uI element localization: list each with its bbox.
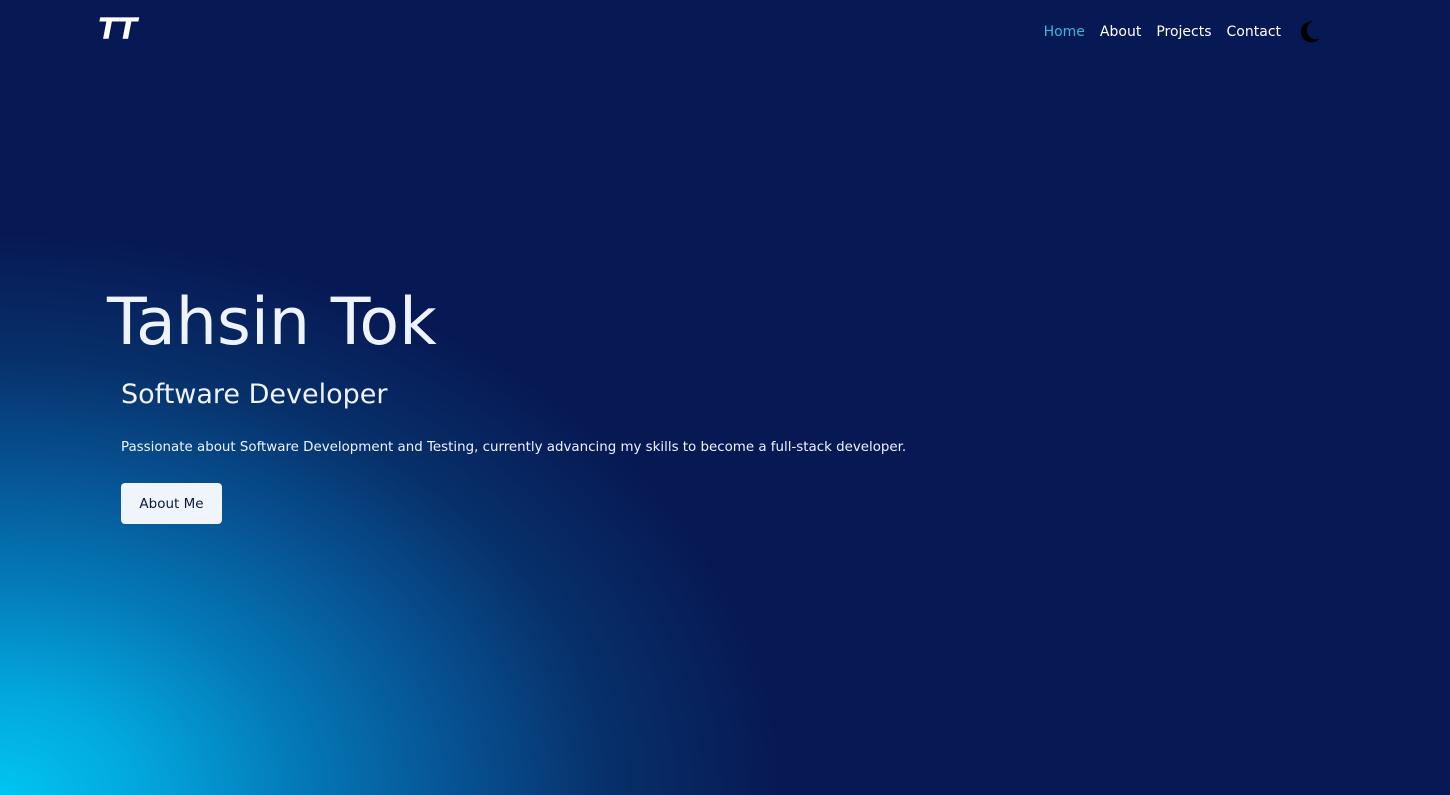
hero-name: Tahsin Tok [107, 285, 437, 360]
hero-role: Software Developer [121, 379, 388, 410]
nav-home[interactable]: Home [1044, 18, 1085, 46]
logo[interactable]: TT [98, 12, 137, 46]
nav-contact[interactable]: Contact [1227, 18, 1281, 46]
nav-projects[interactable]: Projects [1156, 18, 1211, 46]
navbar: TT Home About Projects Contact [0, 0, 1450, 62]
about-me-button[interactable]: About Me [121, 483, 222, 524]
moon-icon [1300, 21, 1320, 43]
nav-links: Home About Projects Contact [1029, 18, 1322, 46]
nav-about[interactable]: About [1100, 18, 1141, 46]
theme-toggle-button[interactable] [1296, 19, 1322, 45]
hero-description: Passionate about Software Development an… [121, 440, 907, 455]
